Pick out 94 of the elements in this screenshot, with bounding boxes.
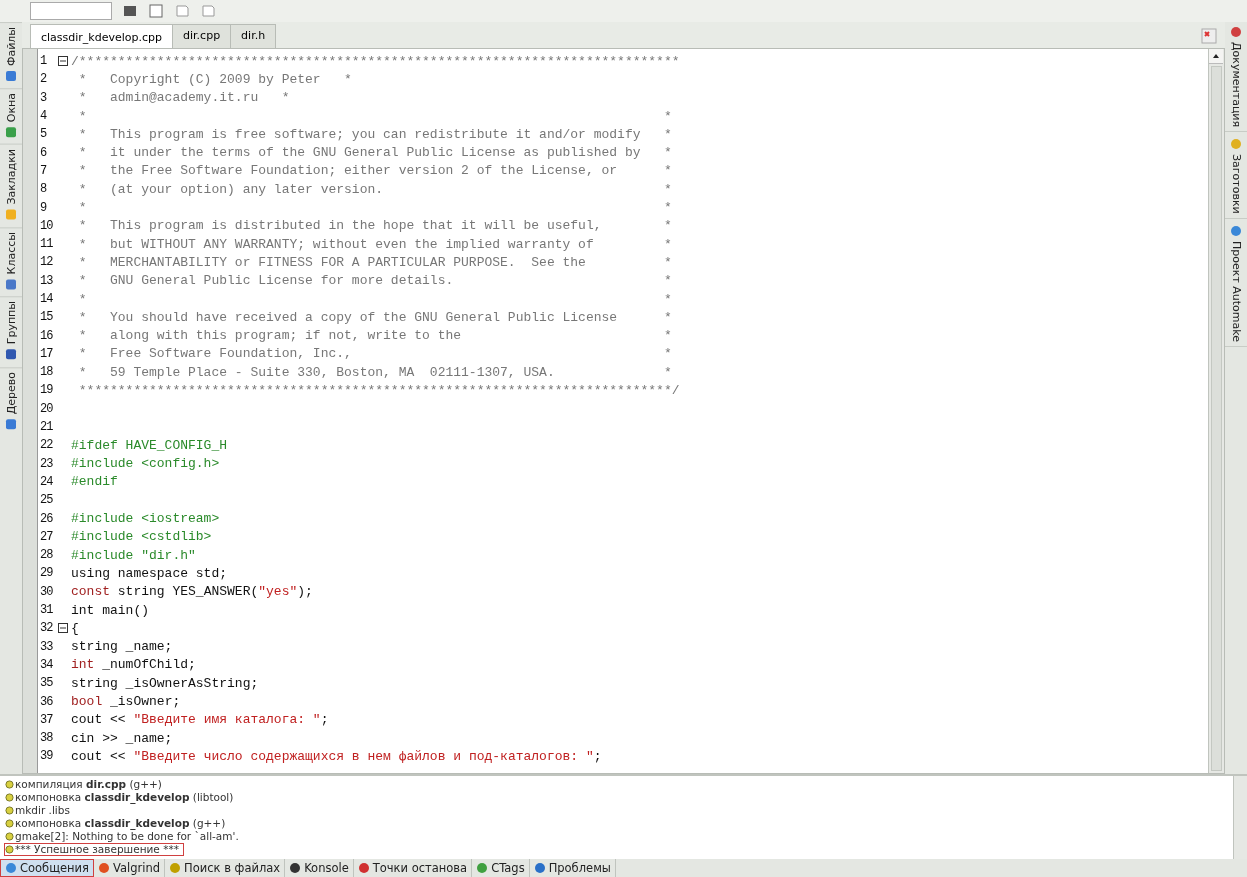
code-line: * 59 Temple Place - Suite 330, Boston, MA 02111-1307, USA. * xyxy=(77,364,672,380)
line-number: 34 xyxy=(39,657,54,672)
line-number: 23 xyxy=(39,456,54,471)
panel-tab[interactable]: CTags xyxy=(472,859,530,877)
code-line: #include "dir.h" xyxy=(70,547,196,563)
line-number: 18 xyxy=(39,365,54,380)
code-line: * GNU General Public License for more details. * xyxy=(77,273,672,289)
dock-tab[interactable]: Проект Automake xyxy=(1225,220,1247,347)
code-line: string _isOwnerAsString; xyxy=(70,675,259,691)
file-tab[interactable]: dir.h xyxy=(230,24,277,48)
code-line: #endif xyxy=(70,474,118,490)
code-line: cout << "Введите имя каталога: "; xyxy=(70,712,329,728)
code-line: { xyxy=(70,620,79,636)
code-line: const string YES_ANSWER("yes"); xyxy=(70,584,313,600)
line-number: 9 xyxy=(39,200,48,215)
line-number: 6 xyxy=(39,145,48,160)
line-number: 26 xyxy=(39,511,54,526)
code-line: cout << "Введите число содержащихся в нем файлов и под-каталогов: "; xyxy=(70,748,602,764)
panel-tab[interactable]: Поиск в файлах xyxy=(165,859,286,877)
code-line: * You should have received a copy of the GNU General Public License * xyxy=(77,309,672,325)
line-number: 32 xyxy=(39,621,54,636)
file-tab[interactable]: classdir_kdevelop.cpp xyxy=(30,24,174,48)
code-line: * This program is free software; you can redistribute it and/or modify * xyxy=(77,126,672,142)
code-line: * This program is distributed in the hope that it will be useful, * xyxy=(77,218,672,234)
message-row[interactable]: mkdir .libs xyxy=(4,804,75,817)
file-tab[interactable]: dir.cpp xyxy=(172,24,232,48)
line-number: 8 xyxy=(39,182,48,197)
message-row[interactable]: компиляция dir.cpp (g++) xyxy=(4,778,167,791)
line-number: 11 xyxy=(39,237,54,252)
line-number: 35 xyxy=(39,676,54,691)
line-number: 39 xyxy=(39,749,54,764)
message-row[interactable]: компоновка classdir_kdevelop (libtool) xyxy=(4,791,239,804)
code-line: ****************************************************************************/ xyxy=(77,383,680,398)
line-number: 1 xyxy=(39,54,48,69)
line-number: 22 xyxy=(39,438,54,453)
code-line: * Copyright (C) 2009 by Peter * xyxy=(77,71,352,87)
line-number: 37 xyxy=(39,712,54,727)
panel-tab[interactable]: Konsole xyxy=(285,859,354,877)
code-line: * admin@academy.it.ru * xyxy=(77,90,290,106)
line-number: 31 xyxy=(39,603,54,618)
code-line: #include <config.h> xyxy=(70,456,220,472)
message-row[interactable]: *** Успешное завершение *** xyxy=(4,843,184,856)
line-number: 21 xyxy=(39,420,54,435)
panel-tab[interactable]: Valgrind xyxy=(94,859,166,877)
code-line: #include <iostream> xyxy=(70,511,220,527)
code-line: #include <cstdlib> xyxy=(70,529,212,545)
code-line: * * xyxy=(77,108,672,124)
code-line: /***************************************************************************** xyxy=(70,53,680,69)
code-line: cin >> _name; xyxy=(70,730,173,746)
dock-tab[interactable]: Заготовки xyxy=(1225,134,1247,219)
message-row[interactable]: компоновка classdir_kdevelop (g++) xyxy=(4,817,231,830)
code-line: * * xyxy=(77,291,672,307)
code-line: * (at your option) any later version. * xyxy=(77,181,672,197)
panel-tab[interactable]: Сообщения xyxy=(0,859,94,877)
line-number: 30 xyxy=(39,584,54,599)
panel-tab[interactable]: Точки останова xyxy=(353,859,473,877)
line-number: 7 xyxy=(39,163,48,178)
line-number: 36 xyxy=(39,694,54,709)
panel-tab[interactable]: Проблемы xyxy=(529,859,616,877)
line-number: 17 xyxy=(39,346,54,361)
code-line: * Free Software Foundation, Inc., * xyxy=(77,346,672,362)
code-line: int main() xyxy=(70,602,149,618)
line-number: 13 xyxy=(39,273,54,288)
code-line: using namespace std; xyxy=(70,565,228,581)
code-line: int _numOfChild; xyxy=(70,657,196,673)
line-number: 25 xyxy=(39,493,54,508)
code-line: * MERCHANTABILITY or FITNESS FOR A PARTICULAR PURPOSE. See the * xyxy=(77,254,672,270)
line-number: 2 xyxy=(39,72,48,87)
code-line: #ifdef HAVE_CONFIG_H xyxy=(70,437,228,453)
line-number: 33 xyxy=(39,639,54,654)
dock-tab[interactable]: Документация xyxy=(1225,22,1247,133)
line-number: 3 xyxy=(39,90,48,105)
line-number: 29 xyxy=(39,566,54,581)
line-number: 5 xyxy=(39,127,48,142)
code-line: * along with this program; if not, write to the * xyxy=(77,328,672,344)
code-line: bool _isOwner; xyxy=(70,694,181,710)
line-number: 38 xyxy=(39,731,54,746)
line-number: 16 xyxy=(39,328,54,343)
line-number: 10 xyxy=(39,218,54,233)
line-number: 24 xyxy=(39,474,54,489)
code-line: * * xyxy=(77,200,672,215)
line-number: 19 xyxy=(39,383,54,398)
line-number: 28 xyxy=(39,548,54,563)
line-number: 27 xyxy=(39,529,54,544)
code-line: * but WITHOUT ANY WARRANTY; without even the implied warranty of * xyxy=(77,236,672,252)
line-number: 4 xyxy=(39,109,48,124)
line-number: 15 xyxy=(39,310,54,325)
line-number: 12 xyxy=(39,255,54,270)
line-number: 14 xyxy=(39,292,54,306)
message-row[interactable]: gmake[2]: Nothing to be done for `all-am'. xyxy=(4,830,244,843)
code-line: * the Free Software Foundation; either version 2 of the License, or * xyxy=(77,163,672,179)
code-line: string _name; xyxy=(70,639,173,655)
line-number: 20 xyxy=(39,401,54,416)
code-line: * it under the terms of the GNU General Public License as published by * xyxy=(77,145,672,161)
